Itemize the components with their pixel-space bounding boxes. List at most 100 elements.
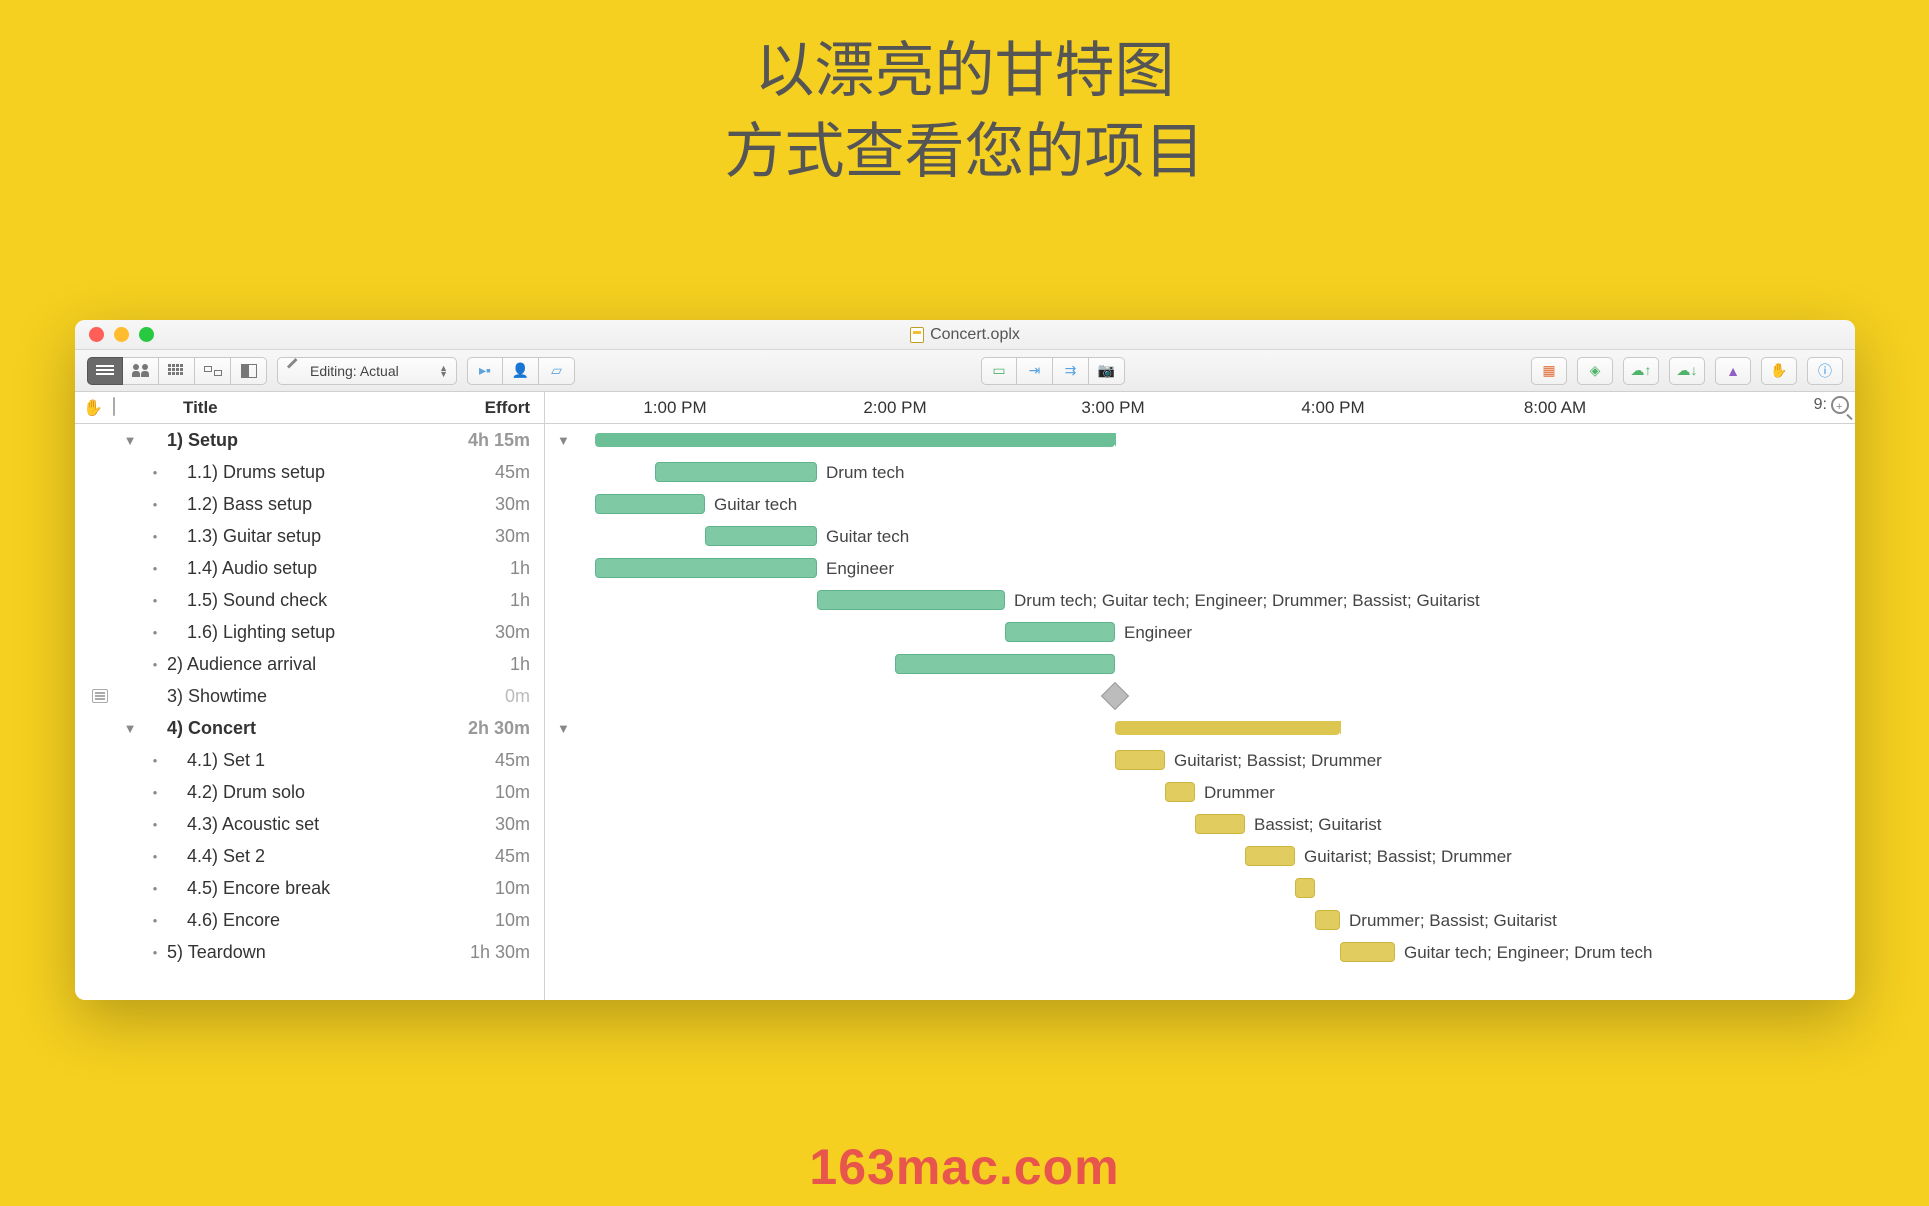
gantt-bar[interactable]: Guitar tech; Engineer; Drum tech [1340, 942, 1395, 962]
gantt-bar[interactable] [1115, 721, 1340, 735]
gantt-row[interactable]: Engineer [545, 552, 1855, 584]
gantt-bar[interactable] [1295, 878, 1315, 898]
notes-column-icon[interactable] [113, 398, 115, 418]
gantt-view-button[interactable] [87, 357, 123, 385]
task-effort[interactable]: 30m [426, 494, 536, 515]
add-task-button[interactable]: ▸▪ [467, 357, 503, 385]
gantt-row[interactable]: Engineer [545, 616, 1855, 648]
gantt-row[interactable]: Drummer [545, 776, 1855, 808]
zoom-control[interactable]: 9: + [1814, 396, 1849, 414]
milestone-marker[interactable] [1101, 682, 1129, 710]
gantt-row[interactable]: ▼ [545, 712, 1855, 744]
effort-column-header[interactable]: Effort [426, 398, 536, 418]
task-row[interactable]: ●1.2) Bass setup30m [75, 488, 544, 520]
task-row[interactable]: ▼4) Concert2h 30m [75, 712, 544, 744]
gantt-bar[interactable] [595, 433, 1115, 447]
gantt-body[interactable]: ▼ Drum tech Guitar techGuitar tech Engineer… [545, 424, 1855, 1000]
publish-button[interactable]: ☁↑ [1623, 357, 1659, 385]
task-effort[interactable]: 10m [426, 782, 536, 803]
gantt-bar[interactable]: Drum tech; Guitar tech; Engineer; Drumme… [817, 590, 1005, 610]
styles-button[interactable]: ▦ [1531, 357, 1567, 385]
status-column-icon[interactable]: ✋ [83, 398, 103, 418]
add-resource-button[interactable]: 👤 [503, 357, 539, 385]
task-row[interactable]: ●4.1) Set 145m [75, 744, 544, 776]
inspector-button[interactable]: ⓘ [1807, 357, 1843, 385]
task-effort[interactable]: 45m [426, 750, 536, 771]
task-row[interactable]: ●4.5) Encore break10m [75, 872, 544, 904]
gantt-bar[interactable]: Drummer [1165, 782, 1195, 802]
gantt-bar[interactable]: Engineer [1005, 622, 1115, 642]
task-title[interactable]: 4.5) Encore break [167, 878, 426, 899]
task-row[interactable]: ●2) Audience arrival1h [75, 648, 544, 680]
task-title[interactable]: 3) Showtime [167, 686, 426, 707]
task-effort[interactable]: 4h 15m [426, 430, 536, 451]
violations-button[interactable]: ▲ [1715, 357, 1751, 385]
gantt-bar[interactable]: Drum tech [655, 462, 817, 482]
task-row[interactable]: ●5) Teardown1h 30m [75, 936, 544, 968]
task-effort[interactable]: 30m [426, 526, 536, 547]
halt-button[interactable]: ✋ [1761, 357, 1797, 385]
task-title[interactable]: 1) Setup [167, 430, 426, 451]
task-row[interactable]: ●4.3) Acoustic set30m [75, 808, 544, 840]
task-title[interactable]: 1.3) Guitar setup [167, 526, 426, 547]
task-effort[interactable]: 1h [426, 654, 536, 675]
reschedule-button[interactable]: ⇥ [1017, 357, 1053, 385]
gantt-row[interactable]: Guitar tech; Engineer; Drum tech [545, 936, 1855, 968]
add-milestone-button[interactable]: ▱ [539, 357, 575, 385]
gantt-bar[interactable]: Guitarist; Bassist; Drummer [1245, 846, 1295, 866]
task-row[interactable]: ●4.4) Set 245m [75, 840, 544, 872]
disclosure-triangle-icon[interactable]: ▼ [117, 433, 143, 448]
gantt-bar[interactable]: Engineer [595, 558, 817, 578]
editing-mode-select[interactable]: Editing: Actual ▲▼ [277, 357, 457, 385]
task-effort[interactable]: 1h 30m [426, 942, 536, 963]
gantt-row[interactable]: Drum tech [545, 456, 1855, 488]
gantt-row[interactable] [545, 680, 1855, 712]
gantt-row[interactable] [545, 872, 1855, 904]
task-row[interactable]: ▼ 1) Setup4h 15m [75, 424, 544, 456]
gantt-bar[interactable]: Drummer; Bassist; Guitarist [1315, 910, 1340, 930]
gantt-row[interactable]: Bassist; Guitarist [545, 808, 1855, 840]
task-row[interactable]: ●4.6) Encore10m [75, 904, 544, 936]
task-row[interactable]: ●1.3) Guitar setup30m [75, 520, 544, 552]
gantt-bar[interactable]: Guitar tech [705, 526, 817, 546]
task-row[interactable]: ●1.4) Audio setup1h [75, 552, 544, 584]
task-title[interactable]: 4.6) Encore [167, 910, 426, 931]
gantt-disclosure-icon[interactable]: ▼ [557, 721, 570, 736]
task-title[interactable]: 1.4) Audio setup [167, 558, 426, 579]
task-effort[interactable]: 10m [426, 878, 536, 899]
title-column-header[interactable]: Title [143, 398, 426, 418]
gantt-row[interactable]: Drum tech; Guitar tech; Engineer; Drumme… [545, 584, 1855, 616]
task-effort[interactable]: 45m [426, 462, 536, 483]
gantt-bar[interactable]: Guitarist; Bassist; Drummer [1115, 750, 1165, 770]
view-options-button[interactable]: ◈ [1577, 357, 1613, 385]
task-effort[interactable]: 30m [426, 622, 536, 643]
gantt-chart[interactable]: 1:00 PM2:00 PM3:00 PM4:00 PM8:00 AM 9: +… [545, 392, 1855, 1000]
task-title[interactable]: 1.5) Sound check [167, 590, 426, 611]
gantt-row[interactable]: Guitar tech [545, 520, 1855, 552]
catch-up-button[interactable]: ▭ [981, 357, 1017, 385]
gantt-row[interactable]: Drummer; Bassist; Guitarist [545, 904, 1855, 936]
gantt-disclosure-icon[interactable]: ▼ [557, 433, 570, 448]
task-title[interactable]: 2) Audience arrival [167, 654, 426, 675]
task-title[interactable]: 4.1) Set 1 [167, 750, 426, 771]
task-row[interactable]: ●1.1) Drums setup45m [75, 456, 544, 488]
task-effort[interactable]: 0m [426, 686, 536, 707]
task-effort[interactable]: 45m [426, 846, 536, 867]
gantt-row[interactable] [545, 648, 1855, 680]
gantt-row[interactable]: Guitar tech [545, 488, 1855, 520]
disclosure-triangle-icon[interactable]: ▼ [117, 721, 143, 736]
task-effort[interactable]: 10m [426, 910, 536, 931]
gantt-bar[interactable]: Bassist; Guitarist [1195, 814, 1245, 834]
task-effort[interactable]: 1h [426, 590, 536, 611]
resource-view-button[interactable] [123, 357, 159, 385]
task-row[interactable]: ●1.6) Lighting setup30m [75, 616, 544, 648]
task-effort[interactable]: 30m [426, 814, 536, 835]
task-title[interactable]: 4.2) Drum solo [167, 782, 426, 803]
task-effort[interactable]: 2h 30m [426, 718, 536, 739]
task-effort[interactable]: 1h [426, 558, 536, 579]
calendar-view-button[interactable] [159, 357, 195, 385]
task-row[interactable]: ●1.5) Sound check1h [75, 584, 544, 616]
task-title[interactable]: 1.1) Drums setup [167, 462, 426, 483]
gantt-bar[interactable]: Guitar tech [595, 494, 705, 514]
level-button[interactable]: ⇉ [1053, 357, 1089, 385]
